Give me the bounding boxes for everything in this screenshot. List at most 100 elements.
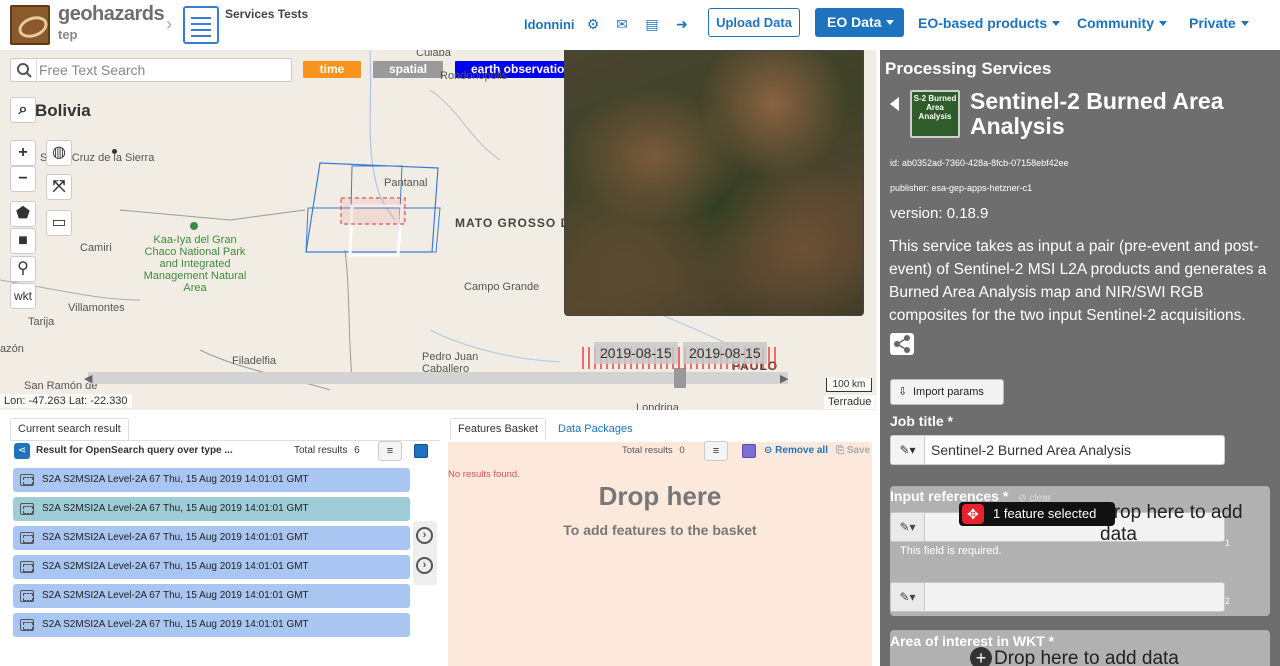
draw-polygon-icon[interactable]: ⬟: [10, 201, 36, 227]
field-index: 1: [1225, 538, 1231, 548]
service-publisher: publisher: esa-gep-apps-hetzner-c1: [890, 183, 1033, 193]
list-menu-icon[interactable]: ≡: [378, 441, 402, 461]
label-campo-grande: Campo Grande: [464, 281, 540, 293]
share-icon[interactable]: [890, 333, 914, 355]
filter-tag-spatial[interactable]: spatial: [373, 61, 443, 78]
mouse-coordinates: Lon: -47.263 Lat: -22.330: [0, 394, 132, 408]
import-params-button[interactable]: ⇩ Import params: [890, 379, 1004, 405]
zoom-in-button[interactable]: +: [10, 140, 36, 166]
job-title-input[interactable]: [931, 440, 1221, 460]
fullscreen-icon[interactable]: ⤧: [46, 174, 72, 200]
tag-label: spatial: [388, 62, 427, 76]
no-results-message: No results found.: [448, 469, 520, 480]
eo-data-dropdown[interactable]: EO Data: [815, 8, 904, 37]
timeline-handle[interactable]: [674, 368, 686, 388]
book-icon[interactable]: ▤: [644, 16, 660, 32]
result-row-label: S2A S2MSI2A Level-2A 67 Thu, 15 Aug 2019…: [42, 590, 309, 601]
eo-data-label: EO Data: [827, 14, 882, 30]
label-villamontes: Villamontes: [68, 302, 125, 314]
result-row[interactable]: S2A S2MSI2A Level-2A 67 Thu, 15 Aug 2019…: [13, 555, 410, 579]
timeline-left-icon[interactable]: ◀: [84, 372, 92, 385]
date-end: 2019-08-15: [683, 342, 767, 364]
timeline-right-icon[interactable]: ▶: [780, 372, 788, 385]
footprint-icon: [20, 474, 34, 486]
label-kaa-iya-park: Kaa-Iya del Gran Chaco National Park and…: [143, 234, 247, 294]
basket-select-checkbox[interactable]: [742, 444, 756, 458]
query-label: Result for OpenSearch query over type ..…: [36, 445, 233, 456]
service-version: version: 0.18.9: [890, 205, 989, 222]
draw-rectangle-icon[interactable]: ■: [10, 228, 36, 254]
footprint-icon: [20, 532, 34, 544]
remove-all-button[interactable]: ⊝ Remove all: [764, 445, 828, 456]
label-rondonopolis: Rondonópolis: [440, 70, 508, 82]
park-tree-icon: [190, 222, 198, 230]
draw-point-icon[interactable]: ⚲: [10, 256, 36, 282]
globe-icon[interactable]: ◍: [46, 140, 72, 166]
share-icon[interactable]: ⋖: [14, 443, 30, 459]
back-caret-icon[interactable]: [890, 97, 899, 111]
ruler-icon[interactable]: ▭: [46, 210, 72, 236]
remove-all-label: Remove all: [775, 445, 828, 456]
menu-eo-based-products[interactable]: EO-based products: [918, 15, 1061, 31]
wkt-button[interactable]: wkt: [10, 283, 36, 309]
move-icon[interactable]: ✥: [962, 504, 984, 524]
magic-wand-icon[interactable]: ✎▾: [891, 513, 925, 541]
username-link[interactable]: ldonnini: [524, 17, 575, 32]
menu-private[interactable]: Private: [1189, 15, 1249, 31]
label-mato-grosso: MATO GROSSO DO SUL: [455, 216, 612, 230]
envelope-icon[interactable]: ✉: [614, 16, 630, 32]
filter-tag-time[interactable]: time: [303, 61, 361, 78]
input-reference-input-2[interactable]: [931, 587, 1221, 607]
zoom-out-button[interactable]: −: [10, 166, 36, 192]
result-row[interactable]: S2A S2MSI2A Level-2A 67 Thu, 15 Aug 2019…: [13, 584, 410, 608]
search-icon[interactable]: [11, 59, 37, 81]
result-row[interactable]: S2A S2MSI2A Level-2A 67 Thu, 15 Aug 2019…: [13, 613, 410, 637]
map-search-icon[interactable]: ⌕: [10, 97, 36, 123]
menu-community[interactable]: Community: [1077, 15, 1167, 31]
gear-icon[interactable]: ⚙: [585, 16, 601, 32]
result-row-label: S2A S2MSI2A Level-2A 67 Thu, 15 Aug 2019…: [42, 619, 309, 630]
label-filadelfia: Filadelfia: [232, 355, 277, 367]
label-cuiaba: Cuiabá: [416, 50, 451, 59]
map-attribution[interactable]: Terradue: [824, 395, 876, 409]
caret-down-icon: [886, 20, 895, 25]
save-button[interactable]: ⎘ Save: [836, 445, 870, 456]
result-row[interactable]: S2A S2MSI2A Level-2A 67 Thu, 15 Aug 2019…: [13, 497, 410, 521]
upload-data-button[interactable]: Upload Data: [708, 8, 800, 37]
magic-wand-icon[interactable]: ✎▾: [891, 583, 925, 611]
arrow-right-icon[interactable]: ›: [416, 527, 433, 544]
footprint-icon: [20, 561, 34, 573]
magic-wand-icon[interactable]: ✎▾: [891, 436, 925, 464]
label-londrina: Londrina: [636, 402, 679, 410]
result-row[interactable]: S2A S2MSI2A Level-2A 67 Thu, 15 Aug 2019…: [13, 468, 410, 492]
save-label: Save: [846, 445, 871, 456]
service-description: This service takes as input a pair (pre-…: [889, 238, 1267, 324]
aoi-drop-text: Drop here to add data: [994, 648, 1179, 666]
drop-subtitle: To add features to the basket: [563, 522, 757, 538]
total-results-count: 6: [354, 445, 360, 456]
panel-title: Processing Services: [885, 59, 1052, 78]
service-title: Sentinel-2 Burned Area Analysis: [970, 88, 1224, 139]
arrow-right-outline-icon[interactable]: ›: [416, 557, 433, 574]
result-row[interactable]: S2A S2MSI2A Level-2A 67 Thu, 15 Aug 2019…: [13, 526, 410, 550]
breadcrumb-title[interactable]: Services Tests: [225, 7, 308, 21]
caret-down-icon: [1240, 21, 1249, 26]
search-input[interactable]: [39, 61, 289, 79]
tab-data-packages[interactable]: Data Packages: [550, 418, 641, 440]
sign-out-icon[interactable]: ➜: [674, 16, 690, 32]
job-title-field: ✎▾: [890, 435, 1225, 465]
map-view[interactable]: time spatial earth observation Cuiabá Ro…: [0, 50, 876, 410]
menu-label: Private: [1189, 15, 1236, 31]
feature-selected-text: 1 feature selected: [993, 506, 1097, 521]
select-all-checkbox[interactable]: [414, 444, 428, 458]
geohazards-logo-icon[interactable]: [10, 5, 50, 45]
total-results-label: Total results 6: [294, 445, 360, 456]
free-text-search-box: [10, 58, 292, 82]
input-reference-field-2: ✎▾: [890, 582, 1225, 612]
label-pantanal: Pantanal: [384, 177, 428, 189]
logo-title[interactable]: geohazards: [58, 3, 165, 26]
tab-features-basket[interactable]: Features Basket: [450, 418, 547, 440]
basket-total-text: Total results: [622, 445, 673, 456]
tab-current-search-result[interactable]: Current search result: [10, 418, 129, 440]
basket-menu-icon[interactable]: ≡: [704, 441, 728, 461]
